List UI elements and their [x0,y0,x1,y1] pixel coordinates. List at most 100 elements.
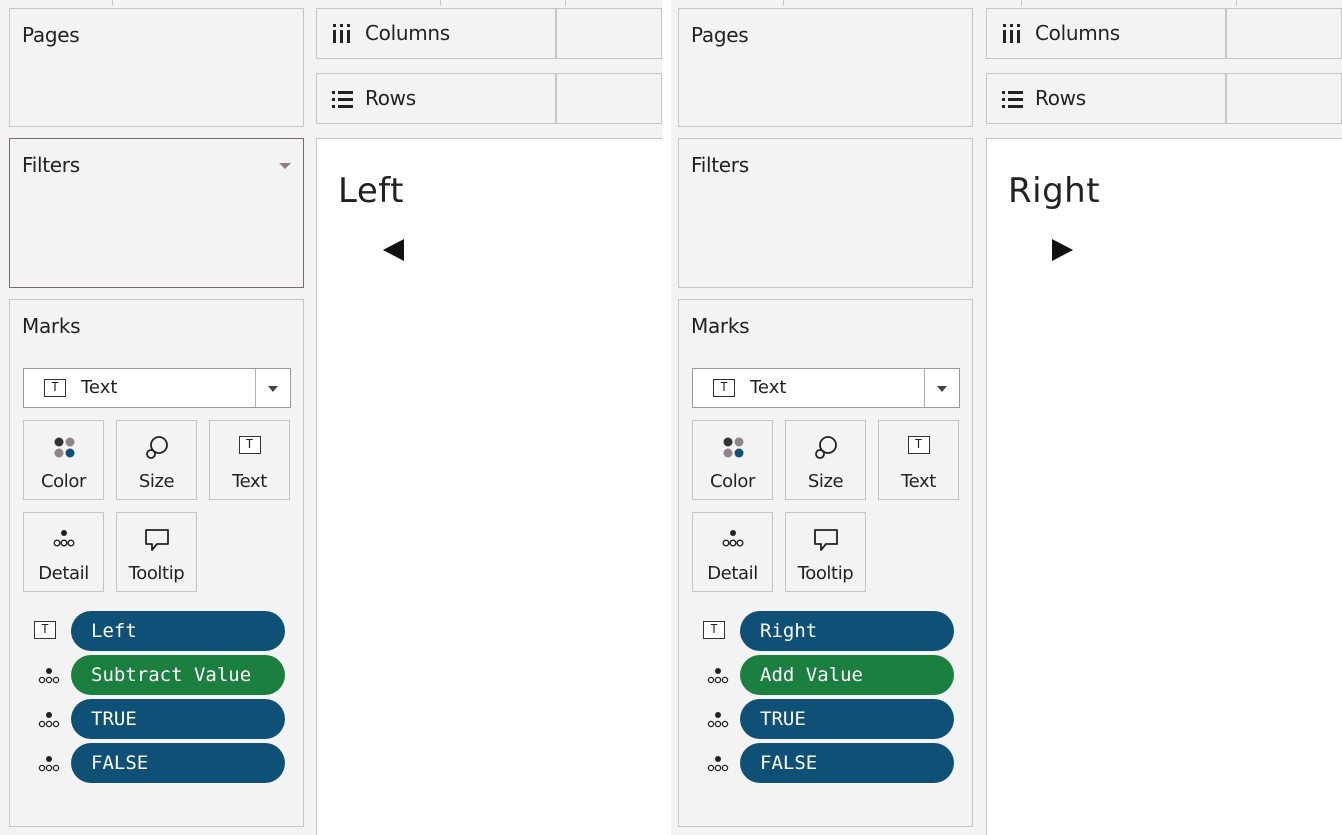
mark-field-row: FALSE [34,743,286,783]
pages-title: Pages [22,23,80,47]
color-button[interactable]: Color [23,420,104,500]
size-button[interactable]: Size [785,420,866,500]
detail-label: Detail [707,563,758,584]
text-icon: T [210,433,289,461]
mark-type-label: Text [81,377,118,398]
text-mark-icon: T [44,379,66,397]
tooltip-label: Tooltip [797,563,854,584]
tooltip-button[interactable]: Tooltip [785,512,866,592]
detail-icon [693,525,772,553]
mark-field-row: T Right [703,611,955,651]
mark-field-row: Add Value [703,655,955,695]
mark-type-dropdown[interactable]: T Text [23,368,291,408]
detail-icon [34,709,64,735]
field-pill[interactable]: TRUE [71,699,285,739]
mark-type-label: Text [750,377,787,398]
size-icon [117,433,196,461]
color-button[interactable]: Color [692,420,773,500]
field-pill[interactable]: Left [71,611,285,651]
left-arrow-icon [383,239,404,261]
marks-title: Marks [691,314,750,338]
detail-icon [703,665,733,691]
tooltip-icon [117,525,196,553]
chevron-down-icon[interactable] [268,386,278,392]
rows-shelf[interactable]: Rows [986,73,1342,124]
text-mark-icon: T [713,379,735,397]
pages-card[interactable]: Pages [9,8,304,127]
size-icon [786,433,865,461]
rows-shelf[interactable]: Rows [316,73,662,124]
text-icon: T [34,621,56,639]
pages-card[interactable]: Pages [678,8,973,127]
field-pill[interactable]: Subtract Value [71,655,285,695]
color-icon [24,433,103,461]
field-pill[interactable]: FALSE [740,743,954,783]
mark-field-row: FALSE [703,743,955,783]
text-icon: T [879,433,958,461]
detail-icon [24,525,103,553]
tooltip-icon [786,525,865,553]
view-title: Left [338,171,404,211]
shelf-divider [1225,9,1227,58]
rows-icon [331,88,355,114]
shelf-divider [555,9,557,58]
size-label: Size [807,471,844,492]
size-button[interactable]: Size [116,420,197,500]
workspace-right: Pages Filters Marks T Text Color Size T … [671,0,1342,835]
columns-label: Columns [365,21,450,45]
marks-card: Marks T Text Color Size T Text Detail To… [678,299,973,827]
detail-button[interactable]: Detail [692,512,773,592]
workspace-left: Pages Filters Marks T Text Color Size T [0,0,662,835]
view-canvas[interactable]: Left [316,138,662,835]
field-pill[interactable]: FALSE [71,743,285,783]
rows-label: Rows [1035,86,1086,110]
field-pill[interactable]: TRUE [740,699,954,739]
rows-icon [1001,88,1025,114]
dropdown-divider [255,369,256,407]
tooltip-button[interactable]: Tooltip [116,512,197,592]
detail-icon [34,753,64,779]
mark-field-row: Subtract Value [34,655,286,695]
detail-icon [34,665,64,691]
filters-menu-arrow-icon[interactable] [279,163,291,169]
marks-card: Marks T Text Color Size T Text Detail To… [9,299,304,827]
shelf-divider [555,74,557,123]
dropdown-divider [924,369,925,407]
ruler-ticks [0,0,662,6]
text-button[interactable]: T Text [878,420,959,500]
mark-field-row: TRUE [34,699,286,739]
ruler-ticks [671,0,1342,6]
color-label: Color [710,471,755,492]
columns-icon [331,23,355,49]
chevron-down-icon[interactable] [937,386,947,392]
mark-type-dropdown[interactable]: T Text [692,368,960,408]
text-icon: T [703,621,725,639]
detail-label: Detail [38,563,89,584]
text-label: Text [232,471,267,492]
shelf-divider [1225,74,1227,123]
field-pill[interactable]: Add Value [740,655,954,695]
marks-title: Marks [22,314,81,338]
field-pill[interactable]: Right [740,611,954,651]
columns-icon [1001,23,1025,49]
detail-button[interactable]: Detail [23,512,104,592]
filters-card[interactable]: Filters [678,138,973,288]
text-button[interactable]: T Text [209,420,290,500]
tooltip-label: Tooltip [128,563,185,584]
mark-field-row: TRUE [703,699,955,739]
view-canvas[interactable]: Right [986,138,1342,835]
color-label: Color [41,471,86,492]
panel-gap [662,0,671,835]
detail-icon [703,753,733,779]
pages-title: Pages [691,23,749,47]
filters-title: Filters [22,153,80,177]
columns-shelf[interactable]: Columns [986,8,1342,59]
text-label: Text [901,471,936,492]
color-icon [693,433,772,461]
columns-shelf[interactable]: Columns [316,8,662,59]
columns-label: Columns [1035,21,1120,45]
rows-label: Rows [365,86,416,110]
size-label: Size [138,471,175,492]
filters-title: Filters [691,153,749,177]
filters-card[interactable]: Filters [9,138,304,288]
